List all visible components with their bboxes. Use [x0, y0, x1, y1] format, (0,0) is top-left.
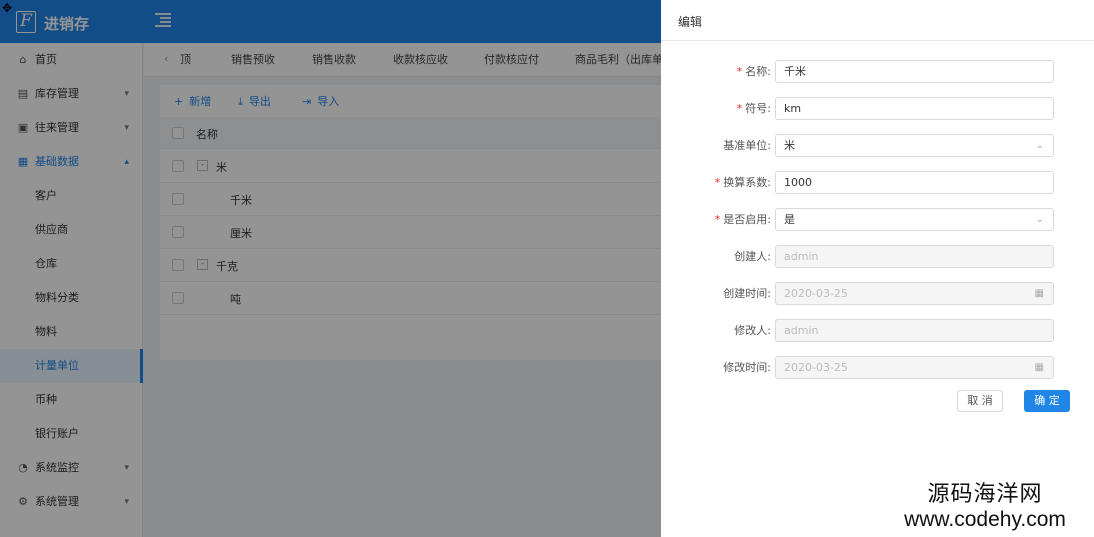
- name-label: * 名称:: [736, 65, 771, 78]
- watermark: 源码海洋网 www.codehy.com: [880, 482, 1090, 532]
- edit-drawer: 编辑 * 名称: 千米 * 符号: km 基准单位: 米 ⌄ * 换算系数: 1000 …: [661, 0, 1094, 537]
- modal-mask[interactable]: [0, 0, 661, 537]
- modifier-input: admin: [775, 319, 1054, 342]
- enabled-select[interactable]: 是 ⌄: [775, 208, 1054, 231]
- cursor-icon: ✥: [2, 1, 13, 15]
- symbol-input[interactable]: km: [775, 97, 1054, 120]
- cancel-button[interactable]: 取 消: [957, 390, 1003, 412]
- calendar-icon: ▦: [1034, 362, 1044, 373]
- watermark-url: www.codehy.com: [904, 508, 1066, 531]
- chevron-down-icon: ⌄: [1035, 214, 1044, 225]
- enabled-label: * 是否启用:: [714, 213, 771, 226]
- creator-label: 创建人:: [734, 250, 771, 263]
- required-mark: *: [714, 176, 721, 189]
- base-unit-select[interactable]: 米 ⌄: [775, 134, 1054, 157]
- factor-label: * 换算系数:: [714, 176, 771, 189]
- confirm-button[interactable]: 确 定: [1024, 390, 1070, 412]
- modified-at-picker: 2020-03-25 ▦: [775, 356, 1054, 379]
- name-input[interactable]: 千米: [775, 60, 1054, 83]
- base-unit-label: 基准单位:: [723, 139, 771, 152]
- drawer-title: 编辑: [678, 15, 703, 29]
- modified-at-label: 修改时间:: [723, 361, 771, 374]
- required-mark: *: [714, 213, 721, 226]
- divider: [661, 40, 1094, 41]
- watermark-cn: 源码海洋网: [927, 482, 1043, 507]
- factor-input[interactable]: 1000: [775, 171, 1054, 194]
- required-mark: *: [736, 65, 743, 78]
- symbol-label: * 符号:: [736, 102, 771, 115]
- created-at-label: 创建时间:: [723, 287, 771, 300]
- chevron-down-icon: ⌄: [1035, 140, 1044, 151]
- calendar-icon: ▦: [1034, 288, 1044, 299]
- created-at-picker: 2020-03-25 ▦: [775, 282, 1054, 305]
- modifier-label: 修改人:: [734, 324, 771, 337]
- required-mark: *: [736, 102, 743, 115]
- creator-input: admin: [775, 245, 1054, 268]
